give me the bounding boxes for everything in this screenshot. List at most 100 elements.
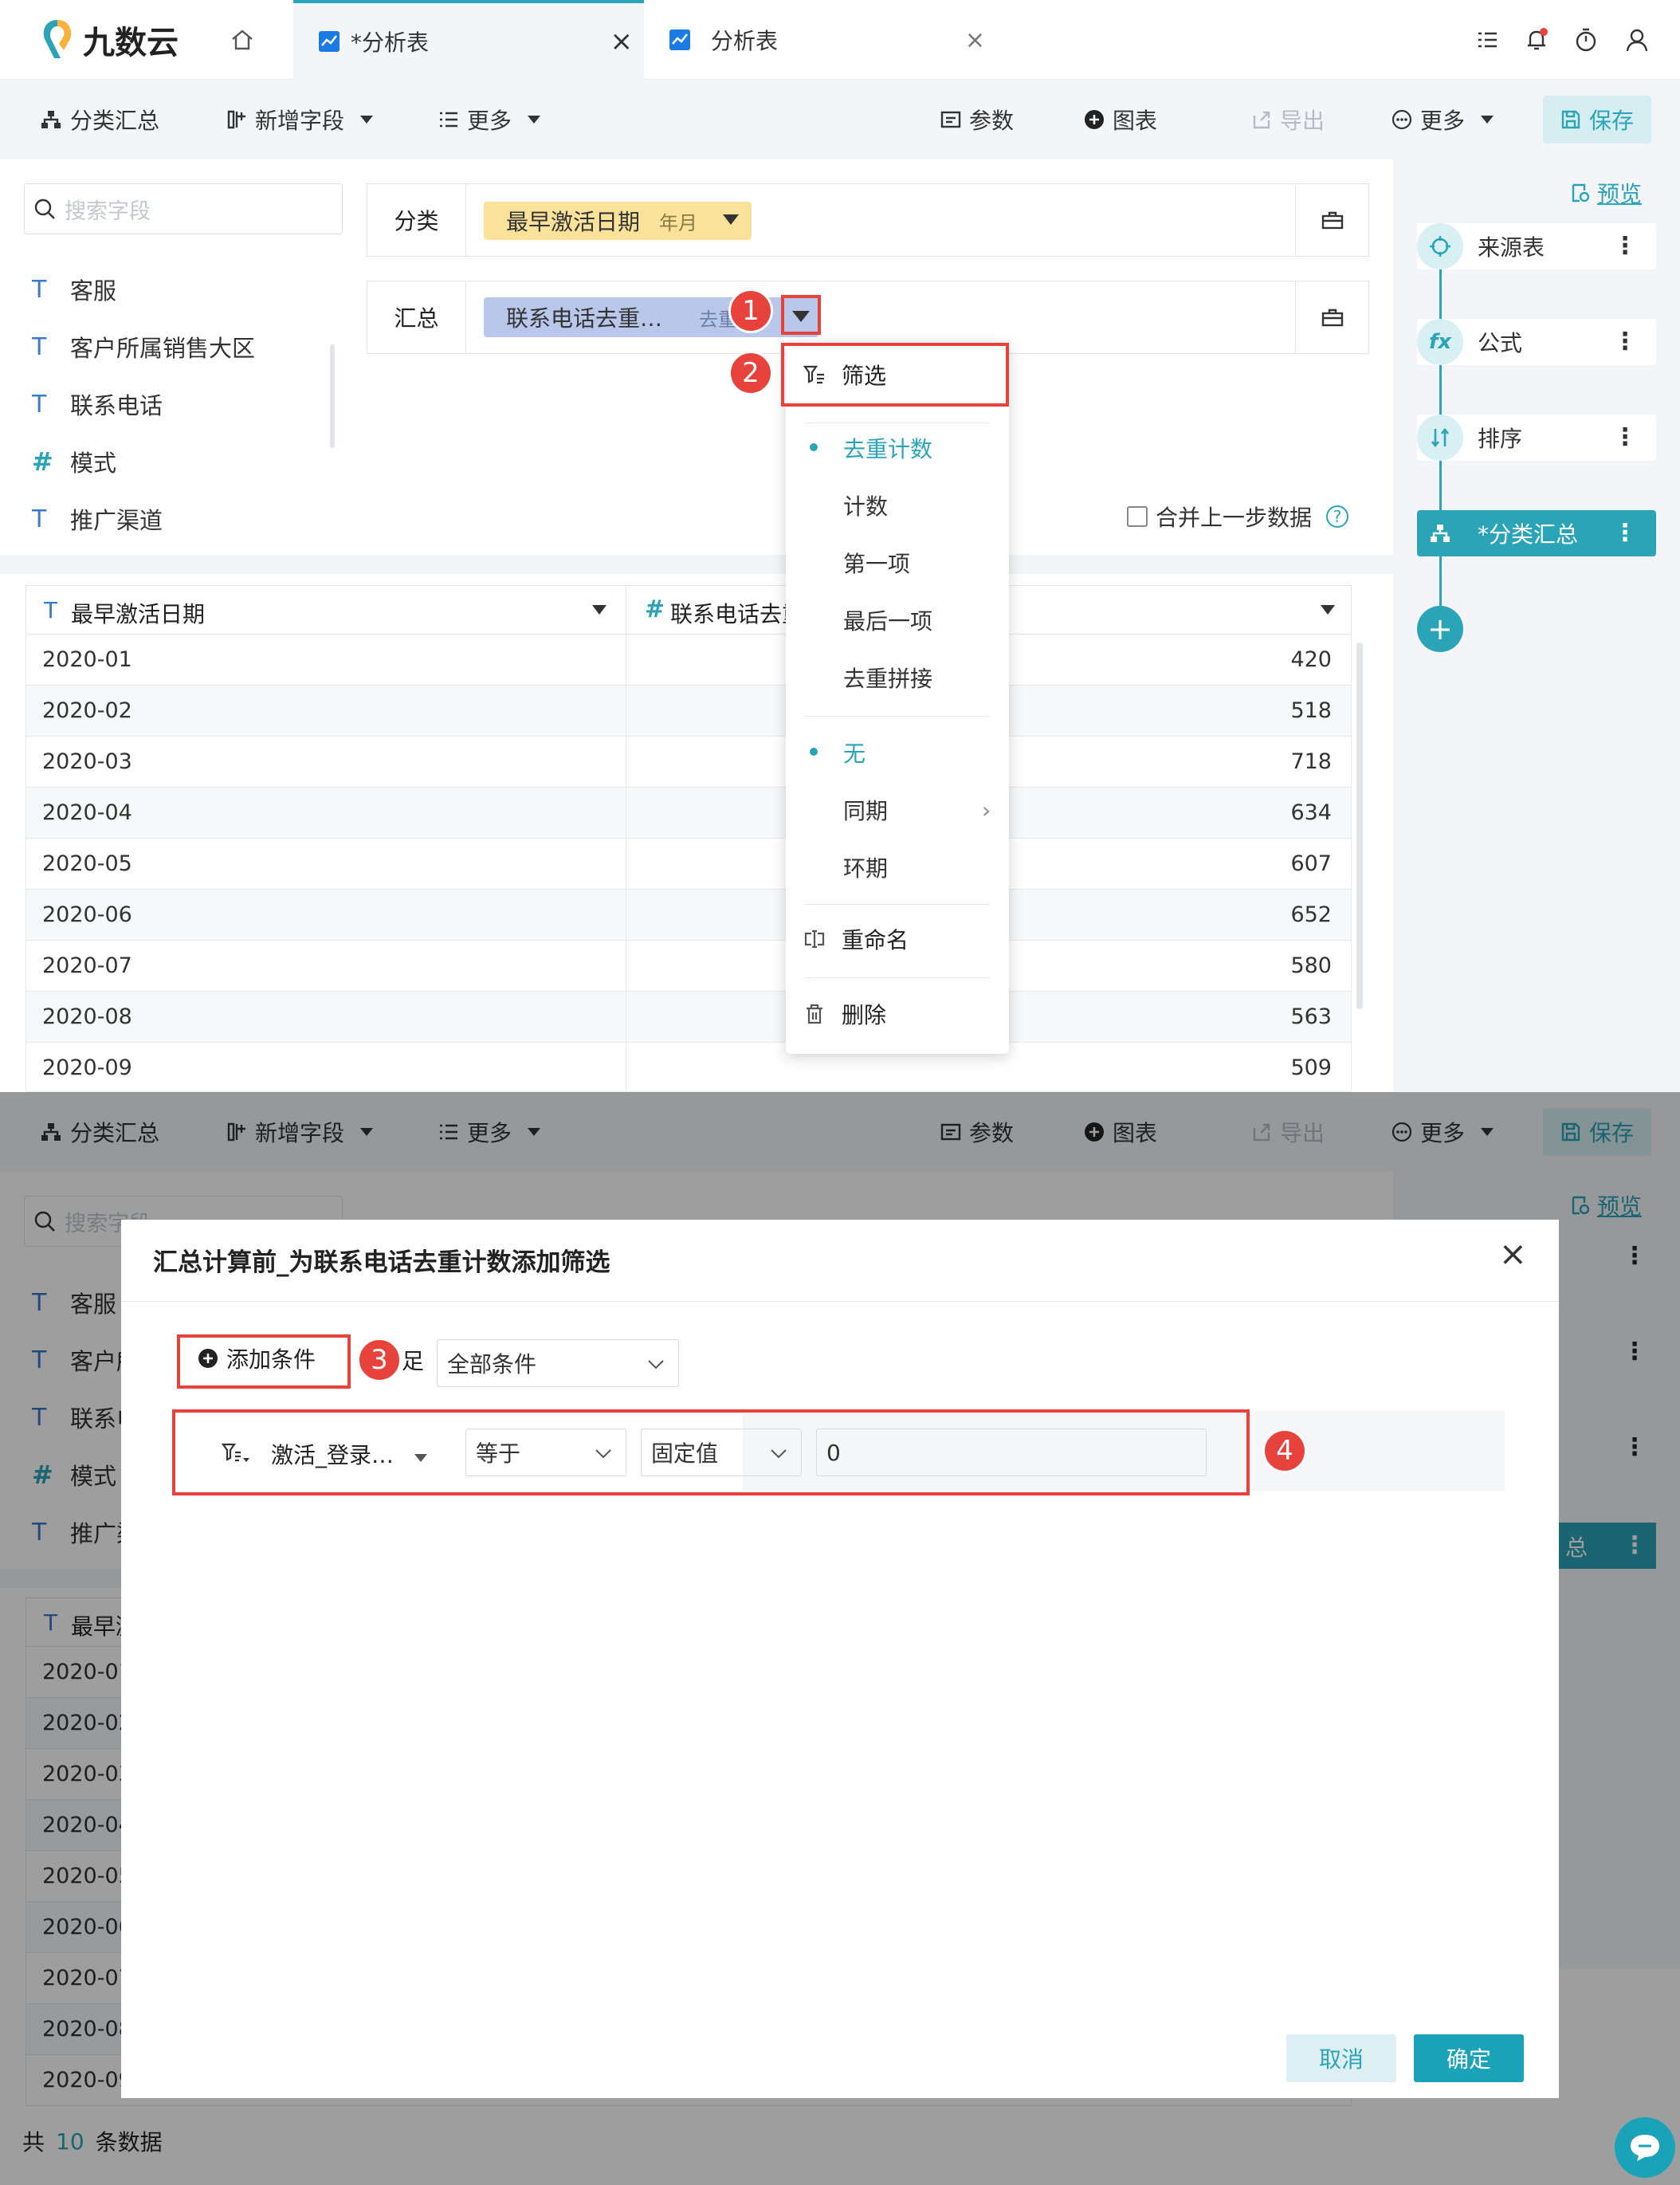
match-mode-select[interactable]: 全部条件 <box>437 1339 679 1387</box>
export-label: 导出 <box>1280 108 1325 134</box>
scrollbar[interactable] <box>330 344 335 448</box>
column-menu-icon[interactable] <box>592 605 606 615</box>
search-input[interactable]: 搜索字段 <box>65 194 151 225</box>
menu-divider <box>805 716 990 717</box>
group-field-chip[interactable]: 最早激活日期 年月 <box>484 202 752 240</box>
list-icon[interactable] <box>1473 26 1501 54</box>
date-cell: 2020-07 <box>42 953 132 978</box>
user-icon[interactable] <box>1623 24 1651 56</box>
cancel-button[interactable]: 取消 <box>1286 2034 1396 2082</box>
text-type-icon: T <box>32 505 47 533</box>
flow-node-sort[interactable]: 排序 ⋮ <box>1417 415 1656 461</box>
date-cell: 2020-08 <box>42 1004 132 1029</box>
checkbox-box[interactable] <box>1127 506 1148 527</box>
table-row[interactable]: 2020-02 518 <box>26 686 1352 737</box>
highlight-box-1 <box>781 295 821 335</box>
caret-down-icon <box>528 116 541 124</box>
menu-item-distinct-concat[interactable]: 去重拼接 <box>843 662 932 694</box>
table-row[interactable]: 2020-09 509 <box>26 1043 1352 1092</box>
field-item[interactable]: T 客服 <box>32 273 116 305</box>
group-summary-label: 分类汇总 <box>70 108 160 134</box>
merge-checkbox[interactable]: 合并上一步数据 ? <box>1127 501 1349 532</box>
chart-button[interactable]: 图表 <box>1084 80 1157 159</box>
chat-support-button[interactable] <box>1615 2117 1675 2178</box>
params-button[interactable]: 参数 <box>940 80 1014 159</box>
field-item[interactable]: # 模式 <box>32 446 116 477</box>
kebab-icon[interactable]: ⋮ <box>1613 319 1637 365</box>
menu-item-delete[interactable]: 删除 <box>803 998 886 1030</box>
kebab-icon[interactable]: ⋮ <box>1613 510 1637 556</box>
menu-item-last[interactable]: 最后一项 <box>843 604 932 636</box>
add-field-button[interactable]: 新增字段 <box>226 80 374 159</box>
value-cell: 718 <box>1290 749 1332 774</box>
timer-icon[interactable] <box>1572 24 1600 56</box>
table-row[interactable]: 2020-05 607 <box>26 839 1352 890</box>
add-node-button[interactable]: + <box>1417 606 1463 652</box>
node-label: 来源表 <box>1478 234 1545 261</box>
field-item[interactable]: T 推广渠道 <box>32 503 163 535</box>
close-icon[interactable]: × <box>1499 1234 1527 1273</box>
field-name: 推广渠道 <box>70 507 163 534</box>
table-scrollbar[interactable] <box>1356 643 1363 1009</box>
flow-node-source[interactable]: 来源表 ⋮ <box>1417 223 1656 269</box>
table-row[interactable]: 2020-07 580 <box>26 941 1352 992</box>
close-tab-icon[interactable]: × <box>610 26 634 57</box>
briefcase-icon[interactable] <box>1295 281 1368 353</box>
menu-item-rename[interactable]: 重命名 <box>803 923 909 955</box>
home-icon[interactable] <box>226 24 258 56</box>
chart-tab-icon <box>669 29 690 50</box>
sort-icon <box>1417 415 1463 461</box>
close-tab-icon[interactable]: × <box>965 26 985 54</box>
save-button[interactable]: 保存 <box>1543 96 1652 143</box>
highlight-box-3 <box>177 1334 351 1389</box>
flow-node-formula[interactable]: fx 公式 ⋮ <box>1417 319 1656 365</box>
table-row[interactable]: 2020-08 563 <box>26 992 1352 1043</box>
save-label: 保存 <box>1589 108 1635 134</box>
chart-tab-icon <box>319 31 340 52</box>
menu-item-first[interactable]: 第一项 <box>843 547 910 579</box>
preview-label: 预览 <box>1597 181 1643 207</box>
value-cell: 420 <box>1290 647 1332 672</box>
kebab-icon[interactable]: ⋮ <box>1613 415 1637 461</box>
menu-item-none[interactable]: 无 <box>843 737 866 768</box>
column-header: 最早激活日期 <box>71 601 206 627</box>
group-summary-button[interactable]: 分类汇总 <box>40 80 159 159</box>
menu-item-mom[interactable]: 环期 <box>843 851 888 883</box>
tab-label: *分析表 <box>351 29 430 56</box>
help-icon[interactable]: ? <box>1326 505 1349 528</box>
caret-down-icon <box>1481 116 1494 124</box>
chip-caret-icon[interactable] <box>723 214 739 225</box>
field-item[interactable]: T 客户所属销售大区 <box>32 331 255 363</box>
kebab-icon[interactable]: ⋮ <box>1613 223 1637 269</box>
menu-item-yoy[interactable]: 同期 <box>843 794 888 826</box>
tab-analysis[interactable]: 分析表 × <box>646 0 996 80</box>
highlight-box-4 <box>172 1409 1250 1495</box>
menu-item-distinct-count[interactable]: 去重计数 <box>843 432 932 464</box>
bell-icon[interactable] <box>1522 24 1551 56</box>
date-cell: 2020-09 <box>42 1055 132 1080</box>
confirm-button[interactable]: 确定 <box>1414 2034 1524 2082</box>
logo-icon <box>43 20 72 58</box>
save-button-body[interactable]: 保存 <box>1543 96 1652 143</box>
menu-item-count[interactable]: 计数 <box>843 489 888 521</box>
more-right-button[interactable]: 更多 <box>1391 80 1494 159</box>
table-row[interactable]: 2020-04 634 <box>26 788 1352 839</box>
more-circle-icon <box>1391 109 1412 130</box>
field-item[interactable]: T 联系电话 <box>32 388 163 420</box>
tab-analysis-active[interactable]: *分析表 × <box>293 0 644 80</box>
search-field-box[interactable]: 搜索字段 <box>24 183 343 234</box>
step-badge-2: 2 <box>728 351 773 395</box>
flow-node-group-summary[interactable]: *分类汇总 ⋮ <box>1417 510 1656 556</box>
step-badge-3: 3 <box>357 1338 402 1382</box>
app-logo[interactable]: 九数云 <box>40 18 179 62</box>
field-name: 模式 <box>70 450 117 477</box>
table-row[interactable]: 2020-06 652 <box>26 890 1352 941</box>
table-row[interactable]: 2020-01 420 <box>26 635 1352 686</box>
preview-link[interactable]: 预览 <box>1570 177 1642 209</box>
column-menu-icon[interactable] <box>1321 605 1335 615</box>
more-menu-button[interactable]: 更多 <box>438 80 541 159</box>
table-row[interactable]: 2020-03 718 <box>26 737 1352 788</box>
briefcase-icon[interactable] <box>1295 184 1368 256</box>
save-icon <box>1560 109 1581 130</box>
export-button[interactable]: 导出 <box>1251 80 1325 159</box>
